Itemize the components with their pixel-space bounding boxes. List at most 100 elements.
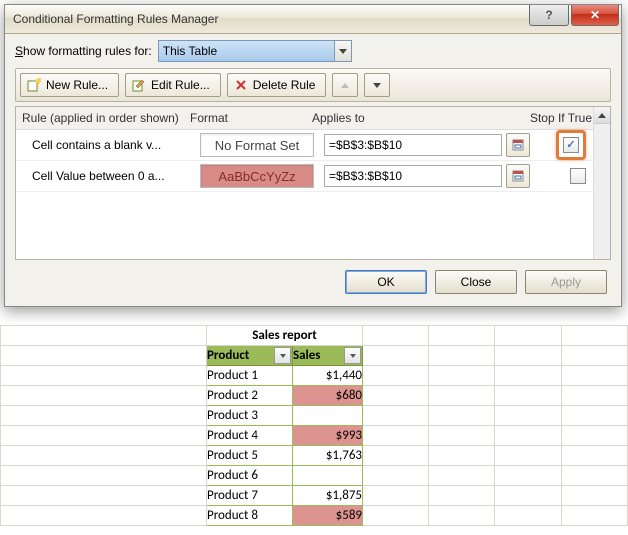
cell[interactable] [561,346,627,366]
cell[interactable] [1,386,207,406]
cell[interactable] [429,446,495,466]
cell[interactable] [363,406,429,426]
product-cell[interactable]: Product 3 [207,406,293,426]
sales-cell[interactable]: $1,763 [293,446,363,466]
sales-cell[interactable] [293,466,363,486]
cell[interactable] [561,386,627,406]
cell[interactable] [363,386,429,406]
cell[interactable] [495,366,561,386]
filter-dropdown-icon[interactable] [344,347,361,364]
cell[interactable] [429,406,495,426]
cell[interactable] [1,406,207,426]
cf-rules-manager-dialog: Conditional Formatting Rules Manager ? ✕… [4,4,622,307]
applies-to-input[interactable]: =$B$3:$B$10 [324,134,502,156]
sales-cell[interactable]: $1,440 [293,366,363,386]
rules-for-combo[interactable]: This Table [158,40,352,62]
rule-row[interactable]: Cell Value between 0 a...AaBbCcYyZz=$B$3… [16,161,610,192]
cell[interactable] [363,466,429,486]
filter-dropdown-icon[interactable] [274,347,291,364]
cell[interactable] [1,326,207,346]
applies-to-input[interactable]: =$B$3:$B$10 [324,165,502,187]
cell[interactable] [429,326,495,346]
move-up-button[interactable] [332,73,358,97]
table-header[interactable]: Sales [293,346,363,366]
cell[interactable] [495,346,561,366]
cell[interactable] [363,446,429,466]
rules-toolbar: New Rule... Edit Rule... Delete Rule [15,68,611,102]
cell[interactable] [363,326,429,346]
cell[interactable] [363,486,429,506]
rule-row[interactable]: Cell contains a blank v...No Format Set=… [16,130,610,161]
new-rule-button[interactable]: New Rule... [20,73,119,97]
cell[interactable] [1,466,207,486]
scroll-up-icon[interactable] [594,107,610,124]
cell[interactable] [363,426,429,446]
grid-header: Rule (applied in order shown) Format App… [16,107,610,130]
cell[interactable] [1,366,207,386]
apply-button[interactable]: Apply [525,270,607,294]
move-down-button[interactable] [364,73,390,97]
cell[interactable] [1,426,207,446]
cell[interactable] [495,326,561,346]
rule-stop [530,130,592,160]
spreadsheet[interactable]: Sales reportProductSalesProduct 1$1,440P… [0,325,628,526]
product-cell[interactable]: Product 1 [207,366,293,386]
cell[interactable] [1,486,207,506]
titlebar[interactable]: Conditional Formatting Rules Manager ? ✕ [5,5,621,34]
cell[interactable] [363,346,429,366]
grid-scrollbar[interactable] [593,107,610,259]
cell[interactable] [1,346,207,366]
cell[interactable] [495,506,561,526]
cell[interactable] [561,486,627,506]
sales-cell[interactable]: $680 [293,386,363,406]
stop-if-true-checkbox[interactable] [570,168,586,184]
cell[interactable] [363,506,429,526]
product-cell[interactable]: Product 5 [207,446,293,466]
cell[interactable] [429,366,495,386]
cell[interactable] [1,506,207,526]
cell[interactable] [429,346,495,366]
delete-rule-button[interactable]: Delete Rule [227,73,327,97]
cell[interactable] [561,506,627,526]
sales-cell[interactable]: $993 [293,426,363,446]
edit-rule-button[interactable]: Edit Rule... [125,73,221,97]
ok-button[interactable]: OK [345,270,427,294]
range-picker-button[interactable] [506,164,530,188]
cell[interactable] [561,406,627,426]
sales-cell[interactable]: $589 [293,506,363,526]
cell[interactable] [429,426,495,446]
close-button[interactable]: Close [435,270,517,294]
sales-cell[interactable] [293,406,363,426]
cell[interactable] [561,446,627,466]
product-cell[interactable]: Product 7 [207,486,293,506]
cell[interactable] [561,326,627,346]
table-header[interactable]: Product [207,346,293,366]
cell[interactable] [429,466,495,486]
cell[interactable] [561,466,627,486]
cell[interactable] [495,486,561,506]
cell[interactable] [495,446,561,466]
stop-if-true-checkbox[interactable] [563,137,579,153]
cell[interactable] [429,386,495,406]
table-title[interactable]: Sales report [207,326,363,346]
cell[interactable] [495,426,561,446]
product-cell[interactable]: Product 8 [207,506,293,526]
cell[interactable] [429,486,495,506]
product-cell[interactable]: Product 6 [207,466,293,486]
cell[interactable] [561,426,627,446]
sales-cell[interactable]: $1,875 [293,486,363,506]
close-window-button[interactable]: ✕ [571,5,619,26]
help-button[interactable]: ? [529,5,569,26]
dialog-footer: OK Close Apply [15,260,611,296]
cell[interactable] [495,466,561,486]
cell[interactable] [495,386,561,406]
range-picker-button[interactable] [506,133,530,157]
product-cell[interactable]: Product 4 [207,426,293,446]
cell[interactable] [561,366,627,386]
cell[interactable] [363,366,429,386]
product-cell[interactable]: Product 2 [207,386,293,406]
cell[interactable] [1,446,207,466]
cell[interactable] [429,506,495,526]
cell[interactable] [495,406,561,426]
chevron-down-icon[interactable] [334,41,351,61]
